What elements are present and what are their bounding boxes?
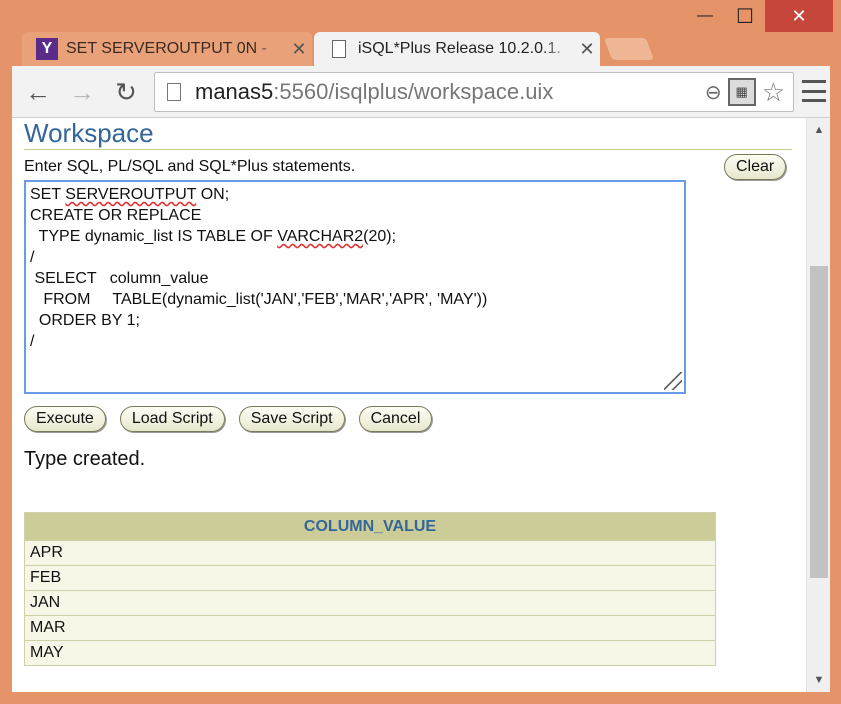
editor-line: TYPE dynamic_list IS TABLE OF VARCHAR2(2… xyxy=(30,226,680,247)
editor-token: / xyxy=(30,333,35,350)
action-buttons: Execute Load Script Save Script Cancel xyxy=(24,406,433,432)
page-icon xyxy=(167,83,181,101)
editor-line: SELECT column_value xyxy=(30,268,680,289)
back-arrow-icon: ← xyxy=(25,76,51,107)
clear-button[interactable]: Clear xyxy=(724,154,787,180)
editor-token: ORDER BY 1; xyxy=(30,312,140,329)
vertical-scrollbar[interactable]: ▲ ▼ xyxy=(806,118,830,692)
address-bar[interactable]: manas5:5560/isqlplus/workspace.uix ⊖ ▦ ☆ xyxy=(154,72,794,112)
url-path: :5560/isqlplus/workspace.uix xyxy=(273,79,554,104)
table-cell: APR xyxy=(24,540,716,566)
editor-line: SET SERVEROUTPUT ON; xyxy=(30,184,680,205)
table-cell: FEB xyxy=(24,565,716,591)
editor-token: SERVEROUTPUT xyxy=(65,186,197,203)
table-row: MAY xyxy=(24,640,716,666)
tab-title: SET SERVEROUTPUT 0N - xyxy=(66,40,267,57)
maximize-button[interactable]: ☐ xyxy=(727,0,763,32)
tab-isqlplus[interactable]: iSQL*Plus Release 10.2.0.1. ✕ xyxy=(314,32,600,66)
table-cell: MAR xyxy=(24,615,716,641)
zoom-icon[interactable]: ⊖ xyxy=(705,80,722,105)
new-tab-button[interactable] xyxy=(603,38,655,60)
execute-button[interactable]: Execute xyxy=(24,406,106,432)
url-host: manas5 xyxy=(195,79,274,104)
cancel-button[interactable]: Cancel xyxy=(358,406,433,432)
browser-window: — ☐ ✕ Y SET SERVEROUTPUT 0N - ✕ iSQL*Plu… xyxy=(0,0,841,704)
menu-button[interactable] xyxy=(802,80,826,102)
save-script-button[interactable]: Save Script xyxy=(238,406,345,432)
page-viewport: Workspace Enter SQL, PL/SQL and SQL*Plus… xyxy=(12,118,830,692)
close-window-button[interactable]: ✕ xyxy=(765,0,833,32)
table-row: APR xyxy=(24,540,716,566)
editor-token: CREATE OR REPLACE xyxy=(30,207,202,224)
page-favicon-icon xyxy=(332,40,346,58)
maximize-icon: ☐ xyxy=(736,5,754,28)
editor-token: (20); xyxy=(363,228,397,245)
table-row: MAR xyxy=(24,615,716,641)
resize-grip-icon[interactable] xyxy=(664,372,682,390)
load-script-button[interactable]: Load Script xyxy=(119,406,225,432)
reload-icon: ↻ xyxy=(115,76,137,107)
minimize-icon: — xyxy=(697,7,713,24)
tab-set-serveroutput[interactable]: Y SET SERVEROUTPUT 0N - ✕ xyxy=(22,32,312,66)
editor-token: FROM TABLE(dynamic_list('JAN','FEB','MAR… xyxy=(30,291,488,308)
editor-token: / xyxy=(30,249,35,266)
hamburger-icon xyxy=(802,80,826,83)
page-title: Workspace xyxy=(24,118,792,150)
editor-token: TYPE dynamic_list IS TABLE OF xyxy=(30,228,278,245)
editor-line: CREATE OR REPLACE xyxy=(30,205,680,226)
result-message: Type created. xyxy=(24,448,146,470)
forward-button[interactable]: → xyxy=(66,76,98,108)
editor-line: / xyxy=(30,247,680,268)
editor-token: VARCHAR2 xyxy=(277,228,364,245)
minimize-button[interactable]: — xyxy=(680,0,730,32)
instructions-label: Enter SQL, PL/SQL and SQL*Plus statement… xyxy=(24,158,356,175)
tab-close-icon[interactable]: ✕ xyxy=(574,39,600,60)
sql-editor-textarea[interactable]: SET SERVEROUTPUT ON; CREATE OR REPLACE TY… xyxy=(24,180,686,394)
editor-token: SELECT column_value xyxy=(30,270,209,287)
close-icon: ✕ xyxy=(791,5,807,26)
tab-title: iSQL*Plus Release 10.2.0.1. xyxy=(358,40,561,57)
column-header: COLUMN_VALUE xyxy=(24,512,716,541)
browser-toolbar: ← → ↻ manas5:5560/isqlplus/workspace.uix… xyxy=(12,66,830,118)
forward-arrow-icon: → xyxy=(69,76,95,107)
editor-token: SET xyxy=(30,186,66,203)
reload-button[interactable]: ↻ xyxy=(110,76,142,108)
scroll-thumb[interactable] xyxy=(810,266,828,578)
table-row: FEB xyxy=(24,565,716,591)
back-button[interactable]: ← xyxy=(22,76,54,108)
scroll-down-icon[interactable]: ▼ xyxy=(807,674,830,686)
url-text[interactable]: manas5:5560/isqlplus/workspace.uix xyxy=(195,79,705,105)
workspace-content: Workspace Enter SQL, PL/SQL and SQL*Plus… xyxy=(24,118,794,666)
editor-line: ORDER BY 1; xyxy=(30,310,680,331)
table-row: JAN xyxy=(24,590,716,616)
editor-line: / xyxy=(30,331,680,352)
table-cell: MAY xyxy=(24,640,716,666)
extension-icon[interactable]: ▦ xyxy=(727,78,756,106)
editor-token: ON; xyxy=(196,186,230,203)
table-cell: JAN xyxy=(24,590,716,616)
scroll-up-icon[interactable]: ▲ xyxy=(807,124,830,136)
results-table: COLUMN_VALUE APR FEB JAN MAR MAY xyxy=(24,512,716,666)
bookmark-star-icon[interactable]: ☆ xyxy=(762,77,785,108)
editor-line: FROM TABLE(dynamic_list('JAN','FEB','MAR… xyxy=(30,289,680,310)
tab-close-icon[interactable]: ✕ xyxy=(286,39,312,60)
yahoo-favicon-icon: Y xyxy=(36,38,58,60)
